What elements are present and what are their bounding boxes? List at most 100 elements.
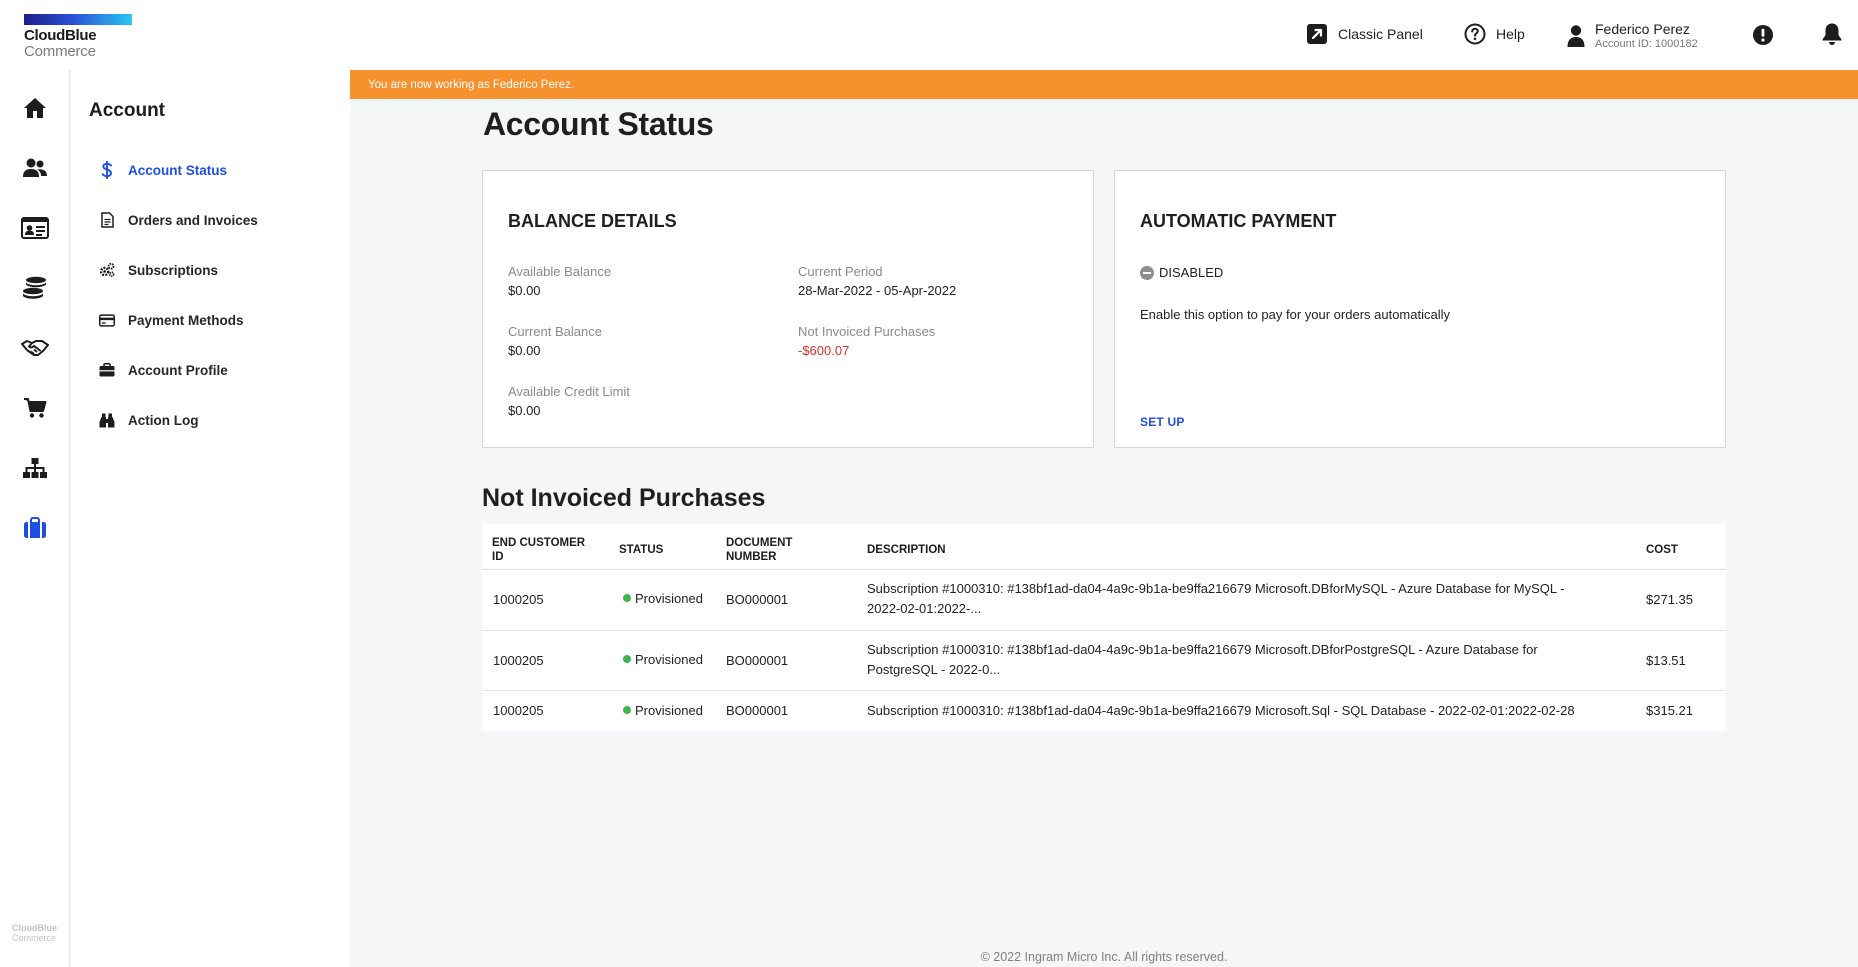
cell-cost: $315.21 [1646,703,1693,718]
rail-users[interactable] [0,150,70,190]
col-cost[interactable]: COST [1646,543,1678,557]
setup-link[interactable]: SET UP [1140,415,1185,429]
briefcase-icon [99,363,115,377]
nav-orders-invoices[interactable]: Orders and Invoices [99,208,258,232]
notifications-button[interactable] [1821,23,1843,45]
nav-label: Account Profile [128,362,228,378]
account-id: Account ID: 1000182 [1595,38,1698,50]
available-balance-value: $0.00 [508,283,541,298]
user-menu[interactable]: Federico Perez Account ID: 1000182 [1566,21,1698,51]
cell-customer-id: 1000205 [493,592,544,607]
table-row[interactable]: 1000205 Provisioned BO000001 Subscriptio… [482,631,1726,691]
cell-document-number[interactable]: BO000001 [726,651,788,671]
autopay-status: DISABLED [1140,265,1223,280]
current-balance-label: Current Balance [508,324,602,339]
contact-card-icon [21,216,49,244]
col-end-customer-id[interactable]: END CUSTOMER ID [492,536,585,564]
home-icon [23,97,47,124]
nav-label: Subscriptions [128,262,219,278]
users-icon [22,157,48,184]
classic-panel-button[interactable]: Classic Panel [1306,23,1423,45]
table-header: END CUSTOMER ID STATUS DOCUMENT NUMBER D… [482,524,1726,570]
current-balance-value: $0.00 [508,343,541,358]
subnav-title: Account [89,100,165,121]
cell-status: Provisioned [623,589,703,609]
rail-marketplace[interactable] [0,390,70,430]
cell-document-number[interactable]: BO000001 [726,590,788,610]
cell-description-line2: PostgreSQL - 2022-0... [867,662,1001,677]
icon-rail: CloudBlue Commerce [0,70,70,967]
current-period-value: 28-Mar-2022 - 05-Apr-2022 [798,283,957,298]
rail-contacts[interactable] [0,210,70,250]
cell-cost: $13.51 [1646,653,1686,668]
cell-status: Provisioned [623,650,703,670]
cell-description: Subscription #1000310: #138bf1ad-da04-4a… [867,640,1538,680]
document-icon [99,212,115,228]
cell-customer-id: 1000205 [493,703,544,718]
col-document-line2: NUMBER [726,551,777,563]
disabled-icon [1140,265,1154,280]
credit-limit-label: Available Credit Limit [508,384,630,399]
user-icon [1566,23,1586,49]
nav-label: Orders and Invoices [128,212,258,228]
cell-status: Provisioned [623,701,703,721]
rail-footer-logo: CloudBlue Commerce [12,923,57,943]
cell-description: Subscription #1000310: #138bf1ad-da04-4a… [867,579,1565,619]
col-document-number[interactable]: DOCUMENT NUMBER [726,536,792,564]
not-invoiced-purchases: Not Invoiced Purchases -$600.07 [798,324,935,358]
cell-status-label: Provisioned [635,703,703,718]
col-description[interactable]: DESCRIPTION [867,543,946,557]
not-invoiced-section-title: Not Invoiced Purchases [482,484,766,512]
rail-billing[interactable] [0,270,70,310]
bell-icon [1821,23,1843,45]
table-row[interactable]: 1000205 Provisioned BO000001 Subscriptio… [482,570,1726,631]
not-invoiced-label: Not Invoiced Purchases [798,324,936,339]
cell-document-number[interactable]: BO000001 [726,701,788,721]
automatic-payment-title: AUTOMATIC PAYMENT [1140,211,1337,231]
nav-label: Action Log [128,412,199,428]
rail-footer-line1: CloudBlue [12,923,57,933]
page-footer: © 2022 Ingram Micro Inc. All rights rese… [980,950,1228,964]
help-label: Help [1496,26,1525,42]
table-row[interactable]: 1000205 Provisioned BO000001 Subscriptio… [482,691,1726,731]
nav-account-status[interactable]: Account Status [99,158,227,182]
rail-home[interactable] [0,90,70,130]
rail-partners[interactable] [0,330,70,370]
automatic-payment-card: AUTOMATIC PAYMENT DISABLED Enable this o… [1114,170,1726,448]
current-balance: Current Balance $0.00 [508,324,602,358]
autopay-description: Enable this option to pay for your order… [1140,307,1451,322]
cloudblue-logo[interactable]: CloudBlue Commerce [24,14,132,59]
nav-action-log[interactable]: Action Log [99,408,199,432]
exclamation-circle-icon [1752,24,1774,46]
credit-limit-value: $0.00 [508,403,541,418]
cell-status-label: Provisioned [635,652,703,667]
alert-button[interactable] [1752,24,1774,46]
col-end-customer-line1: END CUSTOMER [492,537,586,549]
col-status[interactable]: STATUS [619,543,663,557]
coins-icon [22,276,48,305]
cell-cost: $271.35 [1646,592,1693,607]
cell-description-line1: Subscription #1000310: #138bf1ad-da04-4a… [867,703,1575,718]
logo-line1: CloudBlue [24,27,97,44]
col-document-line1: DOCUMENT [726,537,793,549]
binoculars-icon [99,413,115,428]
nav-subscriptions[interactable]: Subscriptions [99,258,218,282]
gears-icon [99,262,115,278]
sitemap-icon [22,457,48,484]
nav-label: Payment Methods [128,312,244,328]
cell-description: Subscription #1000310: #138bf1ad-da04-4a… [867,701,1575,721]
nav-label: Account Status [128,162,228,178]
provisioned-dot-icon [623,706,631,714]
balance-details-card: BALANCE DETAILS Available Balance $0.00 … [482,170,1094,448]
not-invoiced-table: END CUSTOMER ID STATUS DOCUMENT NUMBER D… [482,524,1726,731]
nav-payment-methods[interactable]: Payment Methods [99,308,244,332]
nav-account-profile[interactable]: Account Profile [99,358,228,382]
balance-details-title: BALANCE DETAILS [508,211,677,231]
logo-line2: Commerce [24,43,96,60]
help-button[interactable]: Help [1464,23,1525,45]
help-circle-icon [1464,23,1486,45]
not-invoiced-value: -$600.07 [798,343,850,358]
rail-organization[interactable] [0,450,70,490]
rail-account[interactable] [0,510,70,550]
cell-description-line1: Subscription #1000310: #138bf1ad-da04-4a… [867,642,1538,657]
